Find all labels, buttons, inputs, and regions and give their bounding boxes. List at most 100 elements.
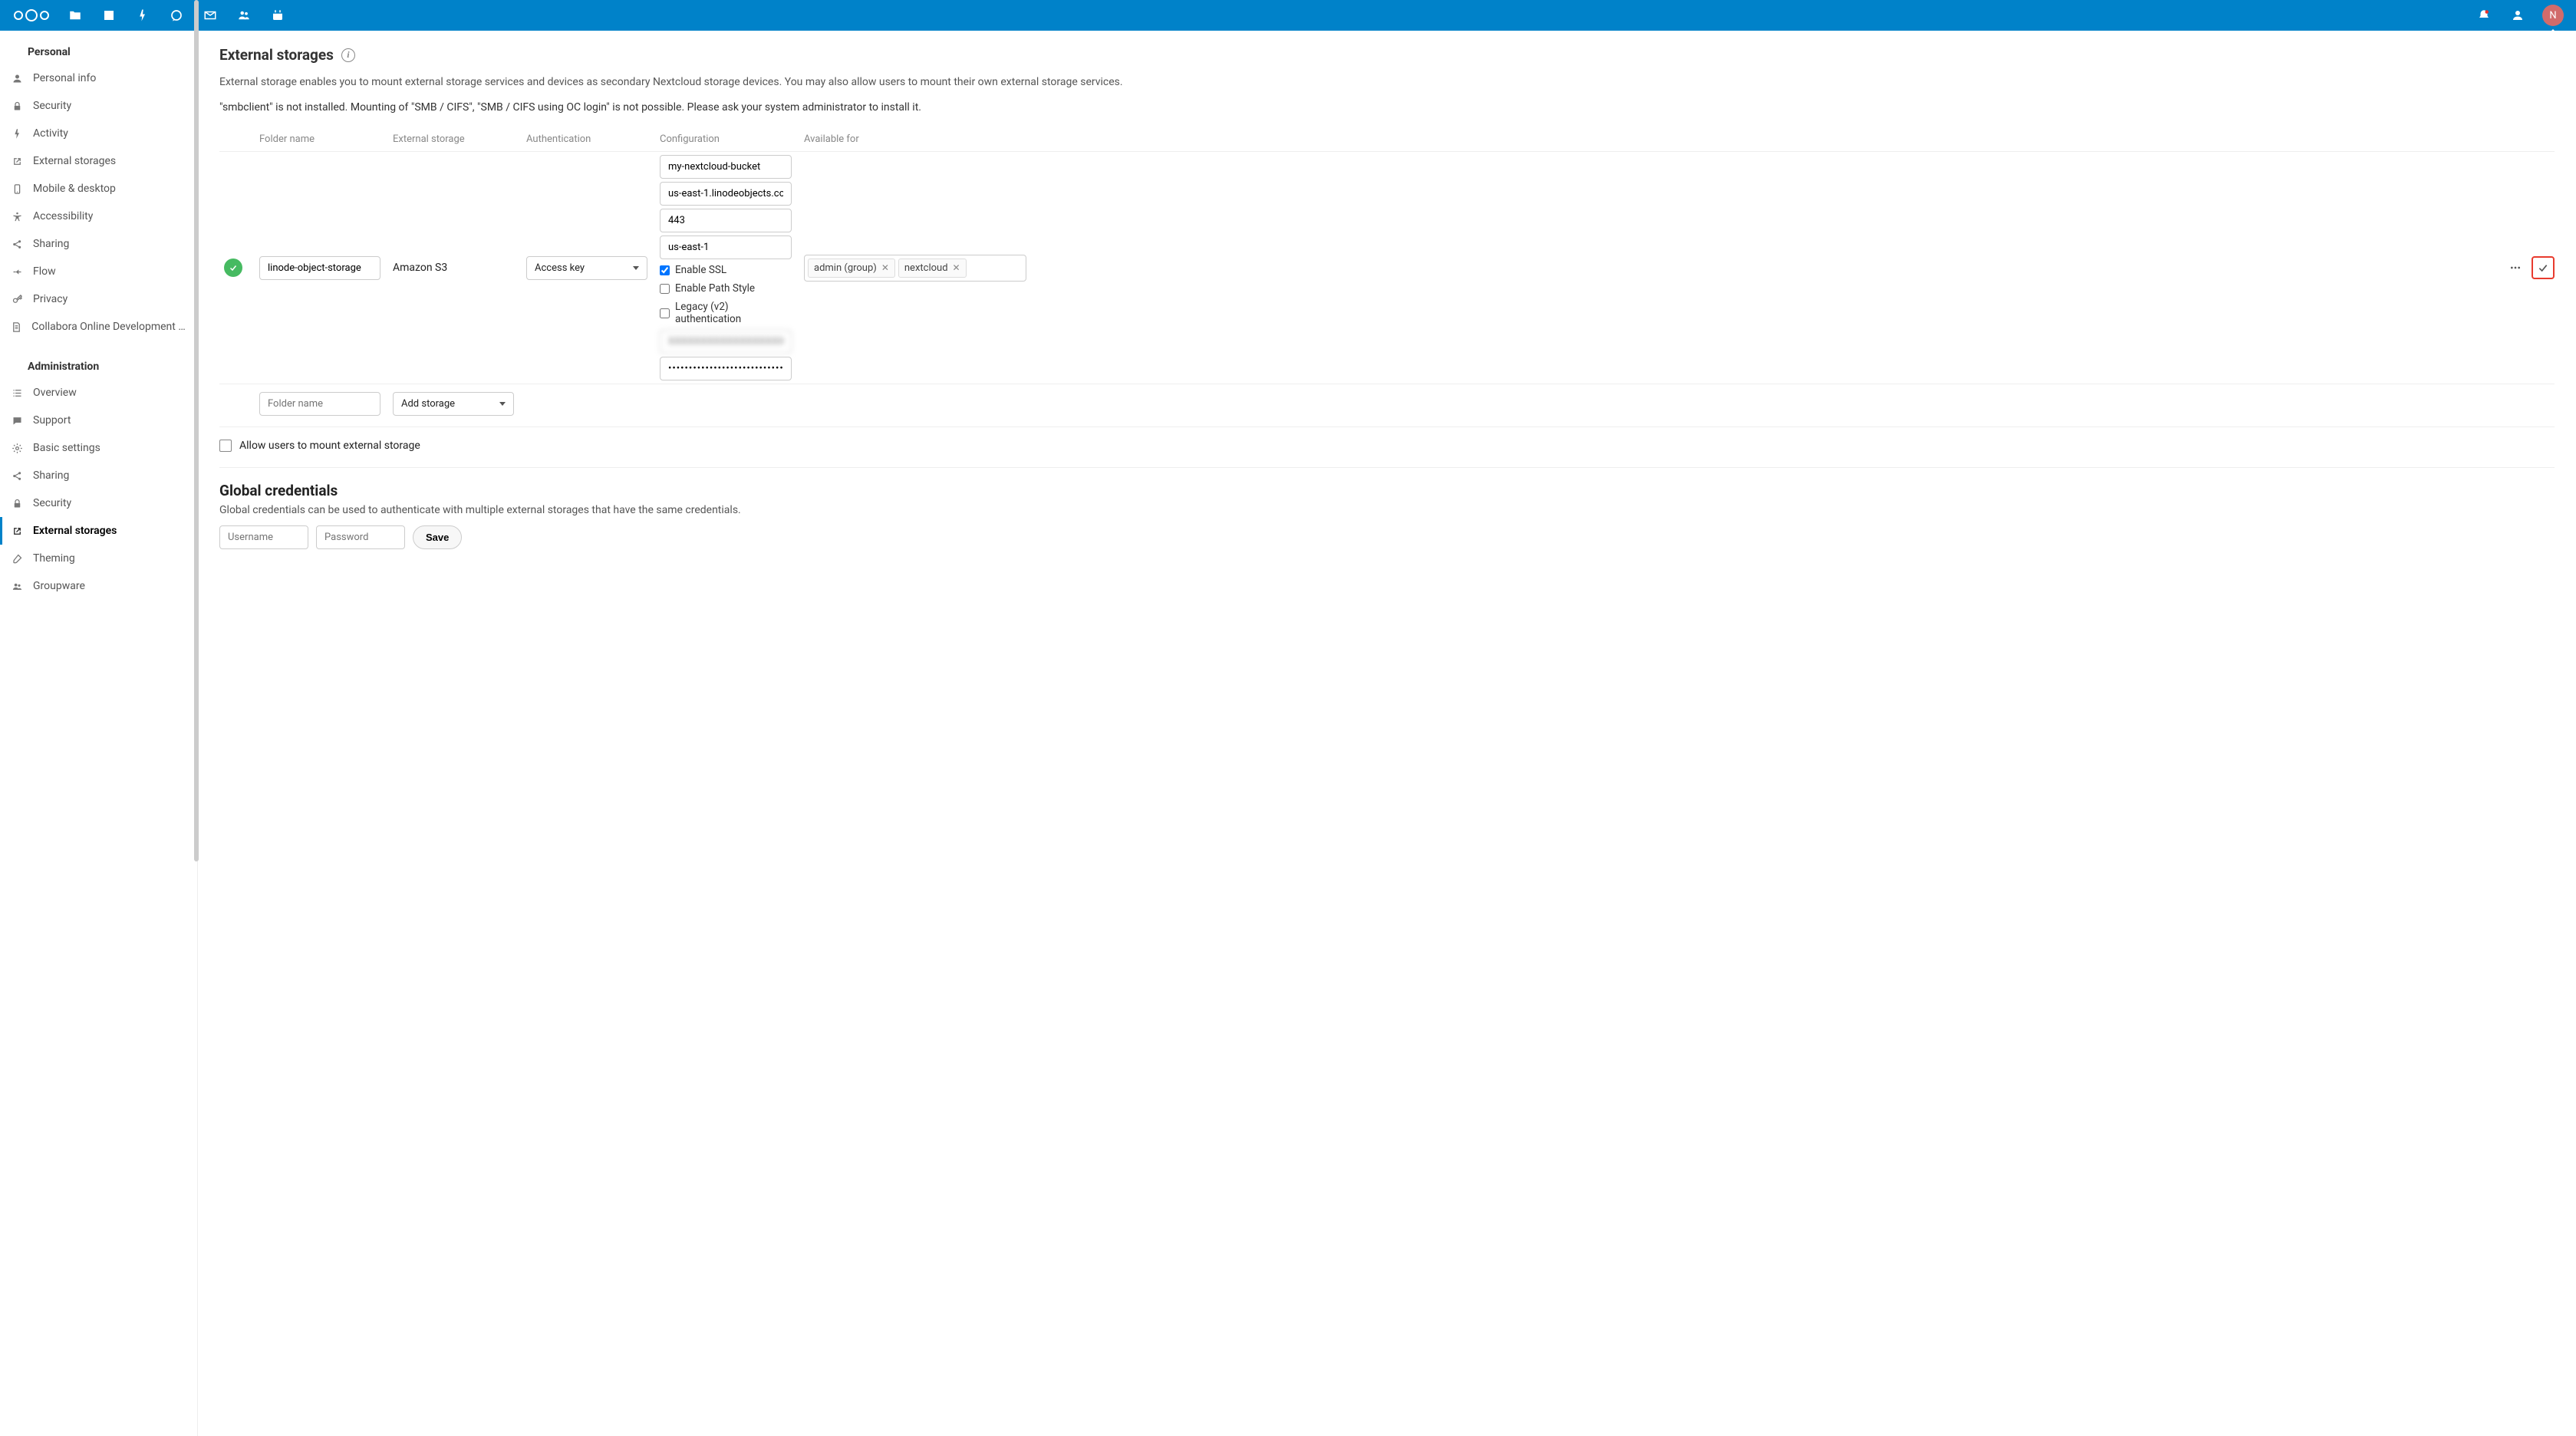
photos-icon[interactable] (94, 0, 124, 31)
sidebar-item-overview[interactable]: Overview (0, 379, 197, 407)
sidebar-item-sharing[interactable]: Sharing (0, 462, 197, 489)
enable-path-style-checkbox[interactable] (660, 284, 670, 294)
sidebar-item-security[interactable]: Security (0, 92, 197, 120)
users-icon[interactable] (2502, 0, 2533, 31)
bolt-icon (10, 128, 24, 140)
user-icon (10, 73, 24, 84)
sidebar-item-external-storages[interactable]: External storages (0, 517, 197, 545)
doc-icon (10, 321, 22, 333)
sidebar-item-privacy[interactable]: Privacy (0, 285, 197, 313)
tag-remove-icon[interactable]: ✕ (953, 262, 960, 273)
confirm-save-button[interactable] (2532, 256, 2555, 279)
secret-key-input[interactable] (660, 357, 792, 380)
user-avatar[interactable]: N (2542, 5, 2564, 26)
status-ok-icon (224, 259, 242, 277)
top-bar: N (0, 0, 2576, 31)
sidebar-item-personal-info[interactable]: Personal info (0, 64, 197, 92)
sidebar-item-label: External storages (33, 155, 116, 167)
available-for-tagbox[interactable]: admin (group) ✕ nextcloud ✕ (804, 255, 1026, 282)
info-icon[interactable]: i (341, 48, 355, 62)
config-bucket-input[interactable] (660, 155, 792, 179)
new-folder-name-input[interactable] (259, 392, 380, 416)
talk-icon[interactable] (161, 0, 192, 31)
enable-ssl-checkbox[interactable] (660, 265, 670, 275)
key-icon (10, 294, 24, 305)
allow-users-label[interactable]: Allow users to mount external storage (239, 440, 420, 452)
enable-ssl-label[interactable]: Enable SSL (675, 264, 726, 276)
sidebar-item-accessibility[interactable]: Accessibility (0, 203, 197, 230)
notifications-icon[interactable] (2469, 0, 2499, 31)
tag-nextcloud: nextcloud ✕ (898, 259, 967, 278)
page-title: External storages (219, 46, 334, 64)
more-options-button[interactable] (2504, 256, 2527, 279)
th-external: External storage (393, 133, 514, 145)
sidebar-item-label: Collabora Online Development Edit... (31, 321, 188, 333)
mount-row: Amazon S3 Access key (219, 152, 2555, 384)
sidebar-item-label: Theming (33, 552, 75, 565)
contacts-icon[interactable] (229, 0, 259, 31)
sidebar-item-label: Privacy (33, 293, 68, 305)
config-hostname-input[interactable] (660, 182, 792, 206)
save-button[interactable]: Save (413, 525, 462, 549)
enable-path-style-label[interactable]: Enable Path Style (675, 282, 755, 295)
chat-icon (10, 415, 24, 427)
th-folder: Folder name (259, 133, 380, 145)
sidebar-item-label: Basic settings (33, 442, 100, 454)
sidebar-item-label: Mobile & desktop (33, 183, 116, 195)
global-password-input[interactable] (316, 525, 405, 549)
calendar-icon[interactable] (262, 0, 293, 31)
sidebar-item-mobile-desktop[interactable]: Mobile & desktop (0, 175, 197, 203)
add-storage-dropdown[interactable]: Add storage (393, 392, 514, 416)
legacy-auth-checkbox[interactable] (660, 308, 670, 318)
sidebar-item-sharing[interactable]: Sharing (0, 230, 197, 258)
th-auth: Authentication (526, 133, 647, 145)
config-port-input[interactable] (660, 209, 792, 232)
brush-icon (10, 553, 24, 565)
mail-icon[interactable] (195, 0, 226, 31)
sidebar-item-theming[interactable]: Theming (0, 545, 197, 572)
lock-icon (10, 498, 24, 509)
share-icon (10, 470, 24, 482)
external-storage-type: Amazon S3 (393, 262, 447, 274)
legacy-auth-label[interactable]: Legacy (v2) authentication (675, 301, 792, 325)
config-region-input[interactable] (660, 235, 792, 259)
sidebar-item-security[interactable]: Security (0, 489, 197, 517)
page-description: External storage enables you to mount ex… (219, 74, 2555, 91)
sidebar-item-flow[interactable]: Flow (0, 258, 197, 285)
sidebar-item-external-storages[interactable]: External storages (0, 147, 197, 175)
sidebar-item-basic-settings[interactable]: Basic settings (0, 434, 197, 462)
sidebar-item-label: External storages (33, 525, 117, 537)
th-avail: Available for (804, 133, 2481, 145)
main-content: External storages i External storage ena… (198, 31, 2576, 1436)
sidebar-item-label: Sharing (33, 469, 69, 482)
global-credentials-section: Global credentials Global credentials ca… (219, 468, 2555, 549)
lock-icon (10, 100, 24, 112)
sidebar-item-activity[interactable]: Activity (0, 120, 197, 147)
sidebar-item-collabora-online-development-edit[interactable]: Collabora Online Development Edit... (0, 313, 197, 341)
chevron-down-icon (633, 266, 639, 270)
sidebar-item-groupware[interactable]: Groupware (0, 572, 197, 600)
external-storage-table: Folder name External storage Authenticat… (219, 127, 2555, 468)
sidebar-item-label: Security (33, 100, 71, 112)
phone-icon (10, 183, 24, 195)
sidebar-item-label: Accessibility (33, 210, 93, 222)
smb-warning: "smbclient" is not installed. Mounting o… (219, 101, 2555, 114)
sidebar-item-label: Activity (33, 127, 68, 140)
allow-users-row: Allow users to mount external storage (219, 427, 2555, 468)
sidebar-item-support[interactable]: Support (0, 407, 197, 434)
sidebar-item-label: Groupware (33, 580, 85, 592)
sidebar-item-label: Personal info (33, 72, 96, 84)
accessibility-icon (10, 211, 24, 222)
tag-remove-icon[interactable]: ✕ (881, 262, 889, 273)
group-icon (10, 581, 24, 592)
global-username-input[interactable] (219, 525, 308, 549)
allow-users-checkbox[interactable] (219, 440, 232, 452)
folder-name-input[interactable] (259, 256, 380, 280)
files-icon[interactable] (60, 0, 91, 31)
auth-dropdown[interactable]: Access key (526, 256, 647, 280)
app-logo[interactable] (6, 9, 57, 21)
list-icon (10, 387, 24, 399)
access-key-input[interactable] (660, 330, 792, 354)
activity-icon[interactable] (127, 0, 158, 31)
th-config: Configuration (660, 133, 792, 145)
